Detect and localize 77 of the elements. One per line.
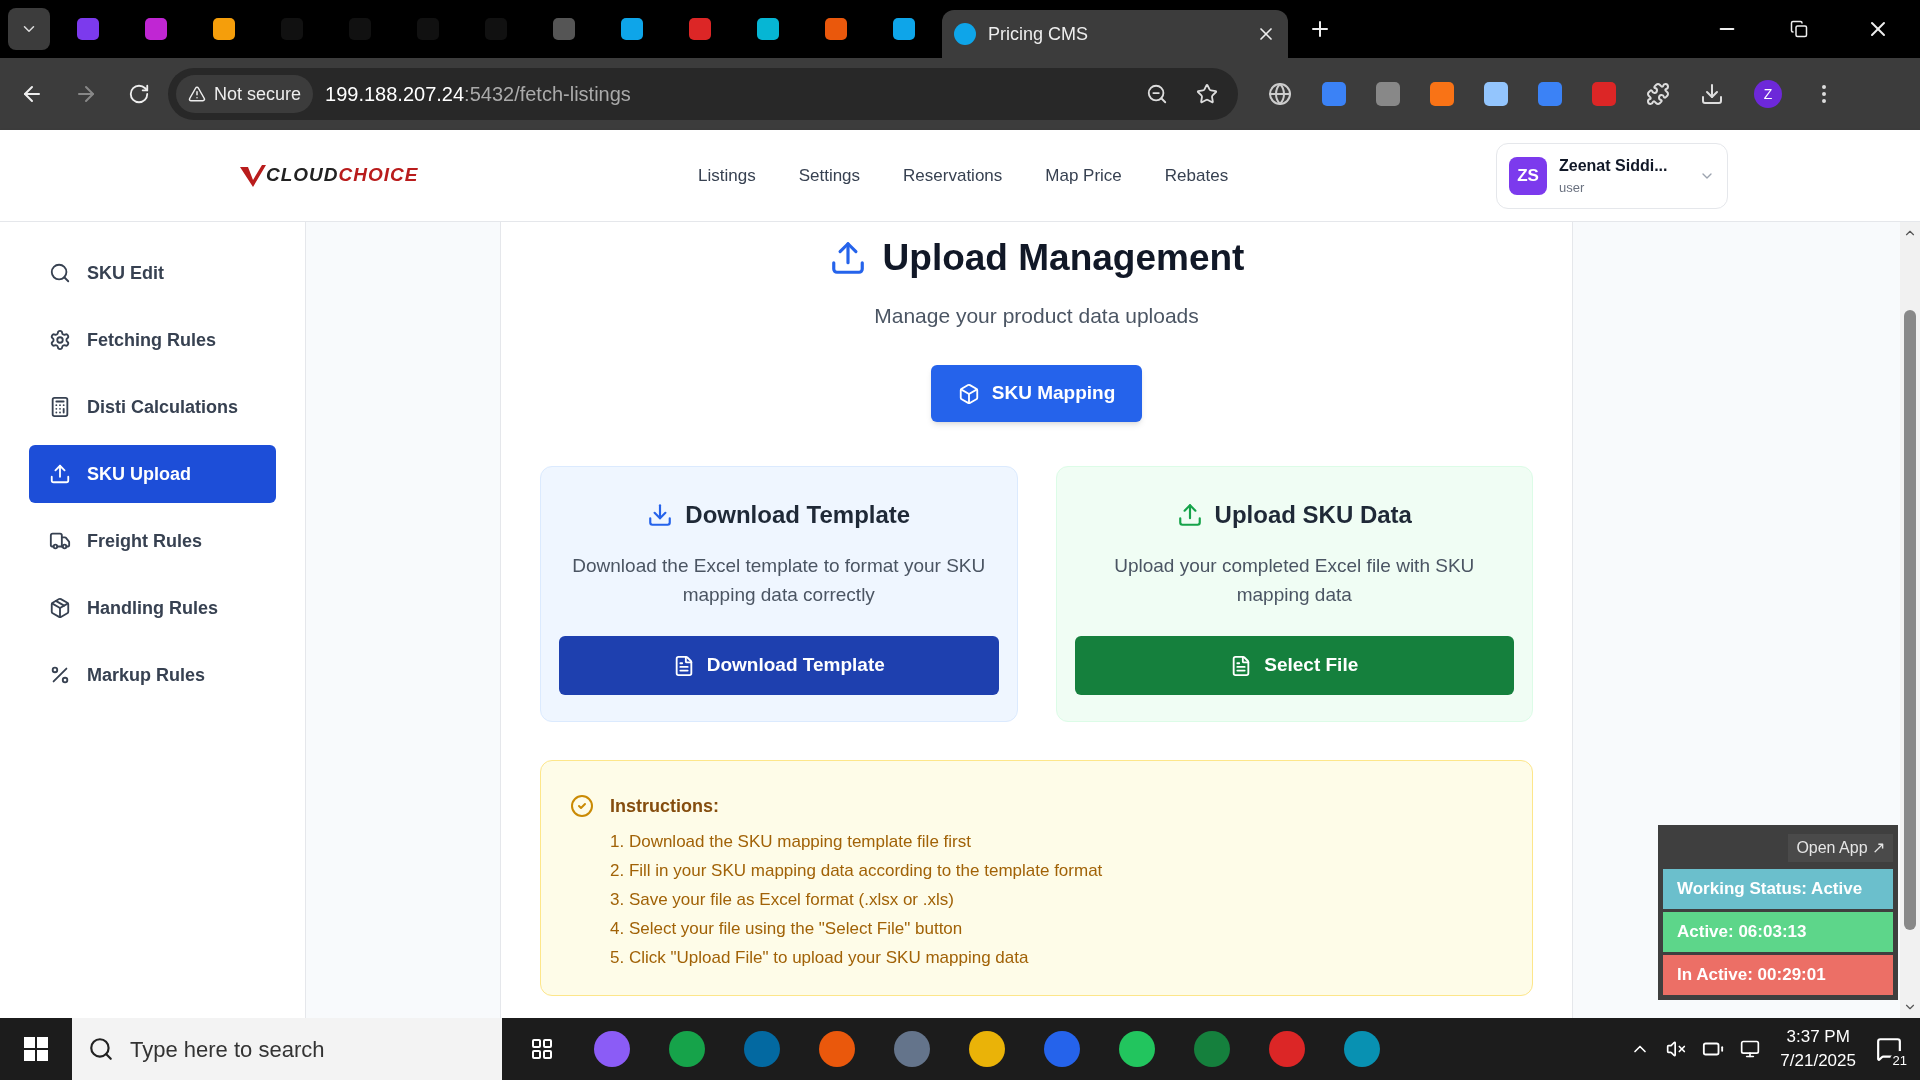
restore-icon[interactable] (1790, 20, 1808, 38)
percent-icon (49, 664, 71, 686)
nav-link[interactable]: Listings (698, 162, 756, 189)
status-row: Active: 06:03:13 (1663, 912, 1893, 952)
download-icon (647, 502, 674, 528)
logo-text: CLOUDCHOICE (266, 163, 419, 188)
scrollbar-thumb[interactable] (1904, 310, 1916, 930)
task-view-icon[interactable] (530, 1037, 554, 1061)
extension-icon[interactable] (1538, 82, 1562, 106)
windows-start-icon[interactable] (24, 1037, 48, 1061)
search-icon (49, 262, 71, 284)
instruction-step: 4. Select your file using the "Select File" button (610, 917, 1103, 940)
network-icon[interactable] (1740, 1039, 1761, 1059)
tab-title: Pricing CMS (988, 22, 1090, 46)
sidebar-item[interactable]: Disti Calculations (29, 378, 276, 436)
sidebar-item[interactable]: SKU Upload (29, 445, 276, 503)
instruction-step: 2. Fill in your SKU mapping data according to the template format (610, 859, 1103, 882)
settings-icon (49, 329, 71, 351)
package-icon (49, 597, 71, 619)
instruction-step: 1. Download the SKU mapping template file first (610, 830, 1103, 853)
sidebar-item[interactable]: Freight Rules (29, 512, 276, 570)
globe-icon[interactable] (1268, 82, 1292, 106)
browser-tab[interactable]: Pricing CMS (942, 10, 1288, 58)
profile-avatar[interactable]: Z (1754, 80, 1782, 108)
truck-icon (49, 530, 71, 552)
instruction-step: 5. Click "Upload File" to upload your SKU mapping data (610, 946, 1103, 969)
logo-mark-icon (240, 164, 266, 187)
sidebar-item[interactable]: Handling Rules (29, 579, 276, 637)
cube-icon (957, 382, 980, 405)
status-row: In Active: 00:29:01 (1663, 955, 1893, 995)
extensions-icon[interactable] (1646, 82, 1670, 106)
download-template-button[interactable]: Download Template (559, 636, 999, 695)
sku-mapping-button[interactable]: SKU Mapping (931, 365, 1142, 422)
status-row: Working Status: Active (1663, 869, 1893, 909)
page-title: Upload Management (882, 236, 1245, 280)
extension-icon[interactable] (1322, 82, 1346, 106)
download-icon[interactable] (1700, 82, 1724, 106)
nav-link[interactable]: Settings (798, 162, 861, 189)
page-subtitle: Manage your product data uploads (874, 302, 1199, 329)
taskbar-search-field[interactable]: Type here to search (72, 1018, 502, 1080)
zoom-icon[interactable] (1146, 83, 1168, 105)
extension-icon[interactable] (1484, 82, 1508, 106)
clock-time[interactable]: 3:37 PM (1786, 1025, 1850, 1049)
reload-icon[interactable] (128, 83, 150, 105)
clock-date[interactable]: 7/21/2025 (1780, 1049, 1856, 1073)
url-text: 199.188.207.24:5432/fetch-listings (325, 82, 632, 107)
sidebar-item[interactable]: Markup Rules (29, 646, 276, 704)
open-app-button[interactable]: Open App ↗ (1788, 834, 1893, 862)
instructions-title: Instructions: (610, 795, 720, 818)
calculator-icon (49, 396, 71, 418)
upload-icon (1176, 502, 1203, 528)
address-bar[interactable]: Not secure 199.188.207.24:5432/fetch-listings (168, 68, 1238, 120)
card-title: Upload SKU Data (1214, 500, 1412, 530)
nav-link[interactable]: Rebates (1164, 162, 1229, 189)
select-file-button[interactable]: Select File (1074, 636, 1514, 695)
favicon-icon (954, 23, 976, 45)
nav-link[interactable]: Reservations (903, 162, 1003, 189)
check-circle-icon (570, 794, 594, 818)
security-chip[interactable]: Not secure (176, 75, 314, 113)
extension-icon[interactable] (1376, 82, 1400, 106)
nav-link[interactable]: Map Price (1045, 162, 1122, 189)
card-description: Download the Excel template to format your SKU mapping data correctly (571, 554, 987, 607)
user-role: user (1559, 178, 1586, 197)
sidebar-item[interactable]: SKU Edit (29, 244, 276, 302)
instruction-step: 3. Save your file as Excel format (.xlsx or .xls) (610, 888, 1103, 911)
extension-icon[interactable] (1430, 82, 1454, 106)
upload-icon (49, 463, 71, 485)
muted-speaker-icon[interactable] (1666, 1039, 1687, 1059)
user-menu[interactable]: ZS Zeenat Siddi... user (1496, 142, 1728, 209)
search-icon (88, 1036, 114, 1062)
warning-icon (188, 85, 206, 103)
user-name: Zeenat Siddi... (1559, 155, 1669, 176)
sidebar-item[interactable]: Fetching Rules (29, 311, 276, 369)
card-description: Upload your completed Excel file with SKU mapping data (1113, 554, 1476, 607)
bookmark-star-icon[interactable] (1196, 83, 1218, 105)
user-avatar: ZS (1509, 156, 1547, 195)
card-title: Download Template (685, 500, 911, 530)
